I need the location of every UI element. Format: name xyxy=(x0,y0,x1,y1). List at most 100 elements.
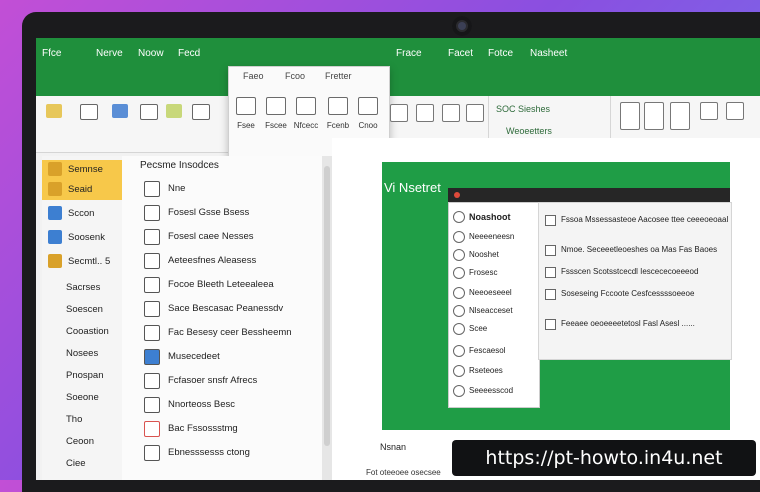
style-icon[interactable] xyxy=(442,104,460,122)
popup-button-2[interactable]: Nfcecc xyxy=(293,97,319,137)
style-icon[interactable] xyxy=(416,104,434,122)
preview-sidebar-item[interactable]: Seeeesscod xyxy=(453,383,537,399)
sidebar-item-8[interactable]: Nosees xyxy=(42,344,122,364)
popup-button-0[interactable]: Fsee xyxy=(233,97,259,137)
list-item[interactable]: Fac Besesy ceer Bessheemn xyxy=(138,322,322,344)
popup-button-3[interactable]: Fcenb xyxy=(325,97,351,137)
sidebar-item-1[interactable]: Seaid xyxy=(42,180,122,200)
sheet-icon xyxy=(453,211,465,223)
popup-button-1[interactable]: Fscee xyxy=(263,97,289,137)
tab-7[interactable]: Nasheet xyxy=(530,48,567,59)
sidebar-item-5[interactable]: Sacrses xyxy=(42,278,122,298)
sidebar-item-3[interactable]: Soosenk xyxy=(42,228,122,248)
list-scrollbar[interactable] xyxy=(322,156,332,480)
list-item[interactable]: Musecedeet xyxy=(138,346,322,368)
preview-sidebar-item[interactable]: Scee xyxy=(453,321,537,337)
preview-sidebar-item[interactable]: Nooshet xyxy=(453,247,537,263)
list-item[interactable]: Ebnesssesss ctong xyxy=(138,442,322,464)
list-item[interactable]: Nne xyxy=(138,178,322,200)
tab-4[interactable]: Frace xyxy=(396,48,422,59)
sheet-icon[interactable] xyxy=(620,102,640,130)
sidebar-item-11[interactable]: Tho xyxy=(42,410,122,430)
scrollbar-thumb[interactable] xyxy=(324,166,330,446)
open-icon xyxy=(48,182,62,196)
list-header: Pecsme Insodces xyxy=(140,160,219,171)
chart-icon[interactable] xyxy=(192,104,210,120)
detail-row[interactable]: Nmoe. Seceeetleoeshes oa Mas Fas Baoes xyxy=(545,243,731,257)
sidebar-item-10[interactable]: Soeone xyxy=(42,388,122,408)
popup-tab-0[interactable]: Faeo xyxy=(243,71,264,81)
list-item-label: Fcfasoer snsfr Afrecs xyxy=(168,375,258,386)
sidebar-item-2[interactable]: Sccon xyxy=(42,204,122,224)
paste-icon[interactable] xyxy=(166,104,182,118)
sidebar-item-6[interactable]: Soescen xyxy=(42,300,122,320)
zoom-icon[interactable] xyxy=(700,102,718,120)
folder-icon[interactable] xyxy=(46,104,62,118)
tab-5[interactable]: Facet xyxy=(448,48,473,59)
tab-1[interactable]: Nerve xyxy=(96,48,123,59)
detail-row[interactable]: Fssoa Mssessasteoe Aacosee ttee ceeeoeoa… xyxy=(545,213,731,227)
sidebar-item-12[interactable]: Ceoon xyxy=(42,432,122,452)
view-icon[interactable] xyxy=(726,102,744,120)
preview-footer: Fot oteeoee osecsee xyxy=(366,468,441,477)
detail-row[interactable]: Fssscen Scotsstcecdl Iescececoeeeod xyxy=(545,265,731,279)
sheet-icon[interactable] xyxy=(644,102,664,130)
info-icon xyxy=(48,206,62,220)
list-item[interactable]: Sace Bescasac Peanessdv xyxy=(138,298,322,320)
sidebar-item-9[interactable]: Pnospan xyxy=(42,366,122,386)
print-icon xyxy=(48,254,62,268)
checkbox-icon xyxy=(545,289,556,300)
sheet-icon[interactable] xyxy=(670,102,690,130)
list-item[interactable]: Fcfasoer snsfr Afrecs xyxy=(138,370,322,392)
list-item[interactable]: Nnorteoss Besc xyxy=(138,394,322,416)
tab-2[interactable]: Noow xyxy=(138,48,164,59)
list-item-label: Sace Bescasac Peanessdv xyxy=(168,303,284,314)
detail-row[interactable]: Soseseing Fccoote Cesfcessssoeeoe xyxy=(545,287,731,301)
checkbox-icon xyxy=(545,319,556,330)
ribbon-label-0[interactable]: SOC Sieshes xyxy=(496,104,550,114)
style-icon[interactable] xyxy=(466,104,484,122)
list-item[interactable]: Bac Fssossstmg xyxy=(138,418,322,440)
preview-sidebar-item[interactable]: Neeoeseeel xyxy=(453,285,537,301)
sidebar-item-0[interactable]: Semnse xyxy=(42,160,122,180)
preview-sidebar-item[interactable]: Fescaesol xyxy=(453,343,537,359)
sidebar-item-label: Ceoon xyxy=(66,436,94,447)
preview-sidebar: Noashoot Neeeeneesn Nooshet Frosesc Neeo… xyxy=(448,202,540,408)
tab-3[interactable]: Fecd xyxy=(178,48,200,59)
table-icon[interactable] xyxy=(140,104,158,120)
popup-tab-2[interactable]: Fretter xyxy=(325,71,352,81)
preview-sidebar-item[interactable]: Neeeeneesn xyxy=(453,229,537,245)
format-icon xyxy=(328,97,348,115)
tab-6[interactable]: Fotce xyxy=(488,48,513,59)
sidebar-item-label: Seaid xyxy=(68,184,93,195)
preview-sidebar-item[interactable]: Frosesc xyxy=(453,265,537,281)
detail-row-label: Fssoa Mssessasteoe Aacosee ttee ceeeoeoa… xyxy=(561,215,729,224)
popup-tab-1[interactable]: Fcoo xyxy=(285,71,305,81)
tab-0[interactable]: Ffce xyxy=(42,48,61,59)
list-item[interactable]: Focoe Bleeth Leteealeea xyxy=(138,274,322,296)
detail-row-label: Feeaee oeoeeeetetosl Fasl Asesl ...... xyxy=(561,319,695,328)
list-item[interactable]: Fosesl Gsse Bsess xyxy=(138,202,322,224)
sidebar-item-13[interactable]: Ciee xyxy=(42,454,122,474)
popup-button-4[interactable]: Cnoo xyxy=(355,97,381,137)
sidebar-item-7[interactable]: Cooastion xyxy=(42,322,122,342)
format-icon xyxy=(296,97,316,115)
popup-button-label: Nfcecc xyxy=(293,121,319,130)
sidebar-item-4[interactable]: Secmtl.. 5 xyxy=(42,252,122,272)
format-icon xyxy=(358,97,378,115)
list-item[interactable]: Fosesl caee Nesses xyxy=(138,226,322,248)
preview-sidebar-label: Noashoot xyxy=(469,212,511,222)
list-item[interactable]: Aeteesfnes Aleasess xyxy=(138,250,322,272)
sidebar-item-label: Nosees xyxy=(66,348,99,359)
sheet-icon xyxy=(453,323,465,335)
preview-sidebar-item[interactable]: Noashoot xyxy=(453,209,537,225)
ribbon-label-1[interactable]: Weoeetters xyxy=(506,126,552,136)
save-icon[interactable] xyxy=(112,104,128,118)
preview-sidebar-item[interactable]: Rseteoes xyxy=(453,363,537,379)
detail-row[interactable]: Feeaee oeoeeeetetosl Fasl Asesl ...... xyxy=(545,317,731,331)
sidebar-item-label: Semnse xyxy=(68,164,103,175)
close-icon[interactable] xyxy=(454,192,460,198)
preview-sidebar-item[interactable]: Nlseacceset xyxy=(453,303,537,319)
style-icon[interactable] xyxy=(390,104,408,122)
document-icon[interactable] xyxy=(80,104,98,120)
